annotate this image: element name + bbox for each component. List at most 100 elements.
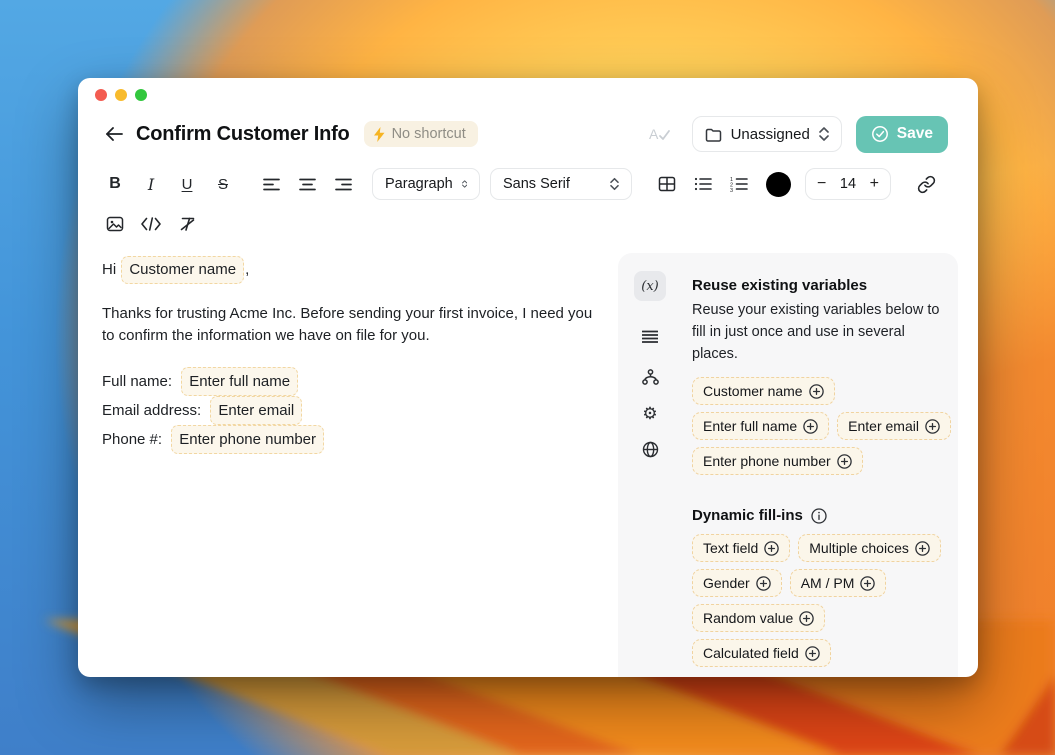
code-icon [141,217,161,231]
plus-circle-icon [803,419,818,434]
dynamic-fillins-heading-row: Dynamic fill-ins [692,507,954,524]
info-icon[interactable] [811,508,827,524]
plus-circle-icon [925,419,940,434]
zoom-window-button[interactable] [135,89,147,101]
inline-variable-chip[interactable]: Customer name [121,256,244,284]
folder-select-value: Unassigned [731,126,810,143]
dynamic-fillin-chips: Text field Multiple choices Gender [692,534,954,667]
tab-variables[interactable]: (x) [634,271,666,301]
existing-variable-chips: Customer name Enter full name Enter emai… [692,377,954,475]
variable-chip[interactable]: Customer name [692,377,835,405]
bold-button[interactable]: B [102,171,128,197]
font-size-control: − 14 + [805,168,891,200]
close-window-button[interactable] [95,89,107,101]
fillin-chip[interactable]: AM / PM [790,569,887,597]
reuse-variables-description: Reuse your existing variables below to f… [692,299,940,365]
svg-text:A: A [649,126,659,142]
field-lines: Full name: Enter full name Email address… [102,367,607,454]
folder-select[interactable]: Unassigned [692,116,842,152]
field-label: Email address: [102,402,201,419]
text-lines-icon [642,330,658,344]
fillin-chip[interactable]: Multiple choices [798,534,941,562]
fillin-chip-label: Text field [703,540,758,556]
underline-button[interactable]: U [174,171,200,197]
text-color-button[interactable] [766,172,791,197]
variables-panel: (x) ⚙ Reuse existing variables Reuse you… [618,253,958,677]
globe-icon [642,441,659,458]
tab-connected-snippets[interactable] [634,367,666,387]
variable-chip[interactable]: Enter email [837,412,951,440]
back-button[interactable] [102,122,126,146]
folder-icon [705,127,722,142]
dynamic-fillins-heading: Dynamic fill-ins [692,507,803,524]
font-size-value: 14 [840,176,856,192]
tab-language[interactable] [634,439,666,459]
spellcheck-icon[interactable]: A [648,122,672,146]
plus-circle-icon [756,576,771,591]
clear-formatting-button[interactable] [174,211,200,237]
align-center-button[interactable] [294,171,320,197]
plus-circle-icon [805,646,820,661]
fillin-chip-label: Calculated field [703,645,799,661]
field-line: Full name: Enter full name [102,367,607,396]
share-nodes-icon [642,369,659,385]
panel-content: Reuse existing variables Reuse your exis… [692,277,954,667]
plus-circle-icon [799,611,814,626]
check-circle-icon [871,125,889,143]
bullet-list-button[interactable] [690,171,716,197]
align-left-icon [263,178,280,191]
font-family-value: Sans Serif [503,176,570,192]
fillin-chip-label: Multiple choices [809,540,909,556]
fillin-chip[interactable]: Random value [692,604,825,632]
plus-circle-icon [915,541,930,556]
paragraph-style-value: Paragraph [385,176,453,192]
inline-variable-chip[interactable]: Enter email [210,396,302,425]
greeting-line: Hi Customer name, [102,256,607,284]
strikethrough-button[interactable]: S [210,171,236,197]
reuse-variables-heading: Reuse existing variables [692,277,954,294]
variable-chip-label: Enter phone number [703,453,831,469]
variable-chip-label: Customer name [703,383,803,399]
tab-settings[interactable]: ⚙ [634,403,666,423]
variable-chip[interactable]: Enter full name [692,412,829,440]
variable-chip[interactable]: Enter phone number [692,447,863,475]
greeting-prefix: Hi [102,261,116,278]
save-button[interactable]: Save [856,116,948,153]
chevron-updown-icon [819,126,829,142]
numbered-list-button[interactable]: 123 [726,171,752,197]
italic-button[interactable]: I [138,171,164,197]
plus-circle-icon [837,454,852,469]
insert-link-button[interactable] [913,171,939,197]
clear-formatting-icon [179,216,196,232]
app-window: Confirm Customer Info No shortcut A Unas… [78,78,978,677]
snippet-editor[interactable]: Hi Customer name, Thanks for trusting Ac… [102,248,607,454]
inline-variable-chip[interactable]: Enter full name [181,367,298,396]
gear-icon: ⚙ [642,405,657,422]
font-family-select[interactable]: Sans Serif [490,168,632,200]
decrease-font-size-button[interactable]: − [817,176,826,192]
align-left-button[interactable] [258,171,284,197]
tab-text-blocks[interactable] [634,327,666,347]
align-right-button[interactable] [330,171,356,197]
bullet-list-icon [694,176,712,192]
shortcut-badge-label: No shortcut [392,126,466,142]
inline-variable-chip[interactable]: Enter phone number [171,425,324,454]
fillin-chip-label: AM / PM [801,575,855,591]
code-view-button[interactable] [138,211,164,237]
fillin-chip[interactable]: Gender [692,569,782,597]
align-center-icon [299,178,316,191]
chevron-updown-icon [610,177,619,191]
insert-image-button[interactable] [102,211,128,237]
fillin-chip[interactable]: Calculated field [692,639,831,667]
paragraph-style-select[interactable]: Paragraph [372,168,480,200]
fillin-chip[interactable]: Text field [692,534,790,562]
shortcut-badge[interactable]: No shortcut [364,121,478,147]
plus-circle-icon [860,576,875,591]
insert-table-button[interactable] [654,171,680,197]
increase-font-size-button[interactable]: + [870,176,879,192]
field-label: Phone #: [102,431,162,448]
minimize-window-button[interactable] [115,89,127,101]
image-icon [106,216,124,232]
svg-text:3: 3 [730,188,733,192]
align-right-icon [335,178,352,191]
